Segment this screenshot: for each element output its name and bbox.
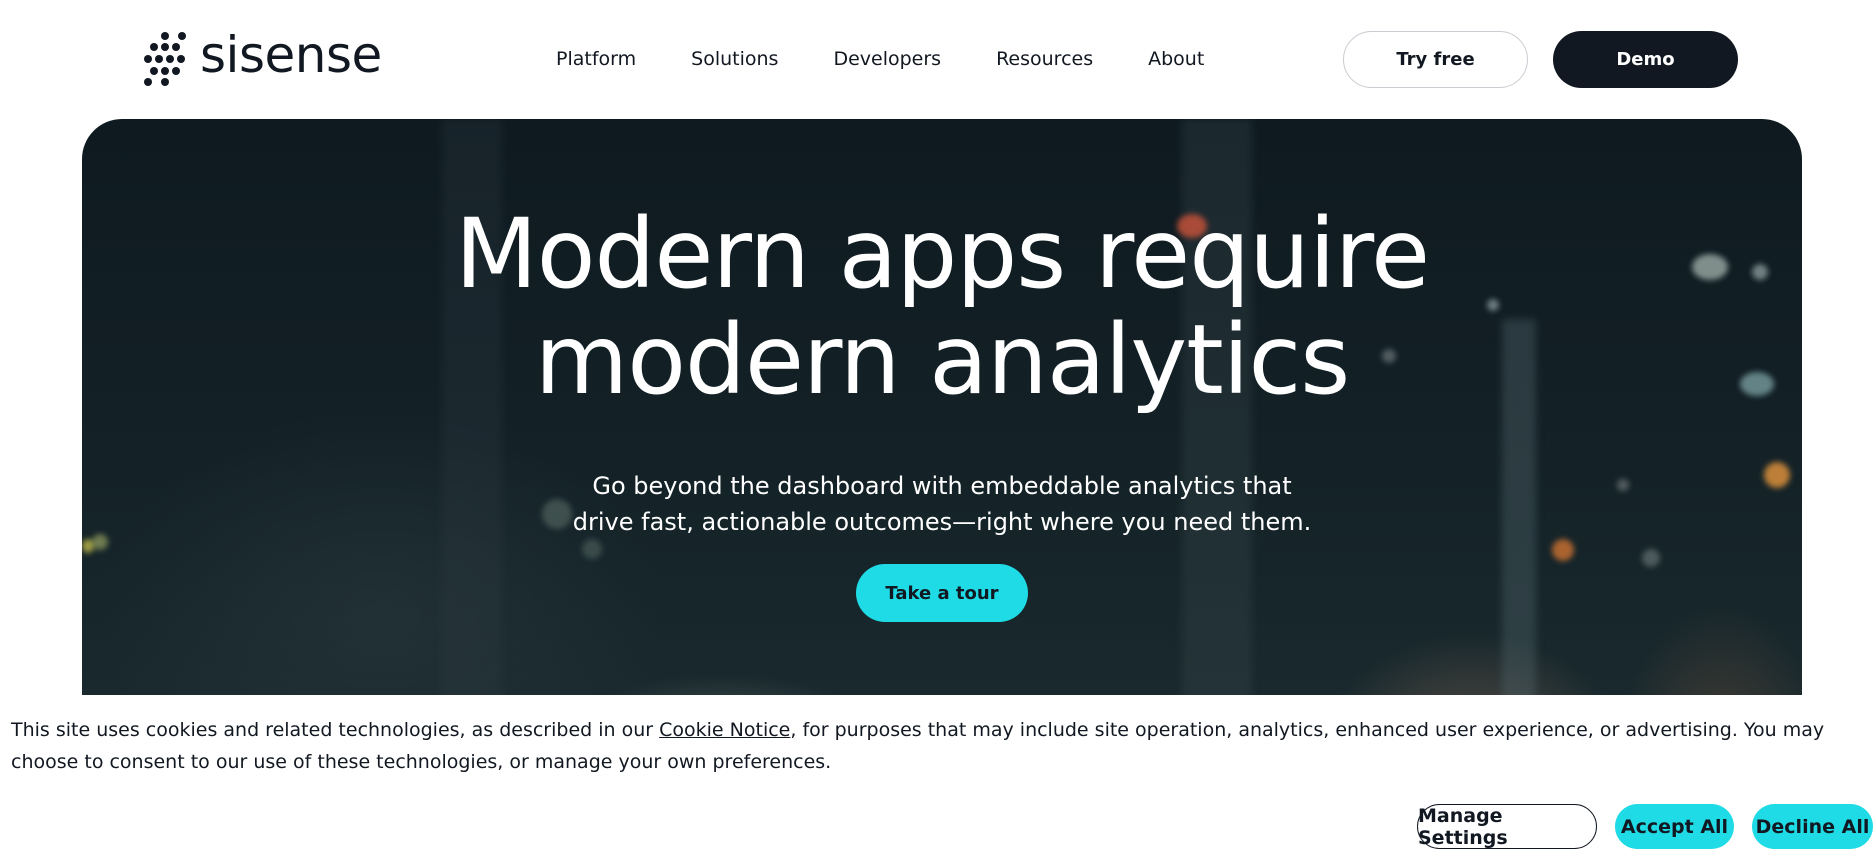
cookie-banner: This site uses cookies and related techn… — [0, 695, 1875, 856]
nav-item-developers[interactable]: Developers — [833, 46, 941, 72]
logo-wordmark: sisense — [200, 26, 382, 84]
nav-item-solutions[interactable]: Solutions — [691, 46, 778, 72]
nav-item-platform[interactable]: Platform — [556, 46, 636, 72]
demo-button[interactable]: Demo — [1553, 31, 1738, 88]
accept-all-button[interactable]: Accept All — [1615, 804, 1734, 849]
sisense-logo[interactable]: sisense — [144, 30, 382, 88]
manage-settings-button[interactable]: Manage Settings — [1417, 804, 1597, 849]
main-nav: Platform Solutions Developers Resources … — [556, 46, 1204, 72]
hero-subtitle-line: Go beyond the dashboard with embeddable … — [592, 472, 1292, 500]
cookie-text-before: This site uses cookies and related techn… — [11, 719, 660, 741]
nav-item-about[interactable]: About — [1148, 46, 1204, 72]
site-header: sisense Platform Solutions Developers Re… — [0, 0, 1875, 118]
hero-section: Modern apps require modern analytics Go … — [82, 119, 1802, 719]
dot-grid-icon — [144, 32, 186, 86]
cookie-notice-link[interactable]: Cookie Notice — [659, 719, 790, 741]
hero-title-line: Modern apps require — [454, 198, 1430, 310]
decline-all-button[interactable]: Decline All — [1752, 804, 1873, 849]
hero-title-line: modern analytics — [534, 304, 1350, 416]
cookie-notice-text: This site uses cookies and related techn… — [11, 714, 1861, 778]
try-free-button[interactable]: Try free — [1343, 31, 1528, 88]
nav-item-resources[interactable]: Resources — [996, 46, 1093, 72]
hero-subtitle-line: drive fast, actionable outcomes—right wh… — [572, 508, 1312, 536]
hero-subtitle: Go beyond the dashboard with embeddable … — [82, 468, 1802, 540]
hero-title: Modern apps require modern analytics — [82, 201, 1802, 413]
take-a-tour-button[interactable]: Take a tour — [856, 564, 1028, 622]
